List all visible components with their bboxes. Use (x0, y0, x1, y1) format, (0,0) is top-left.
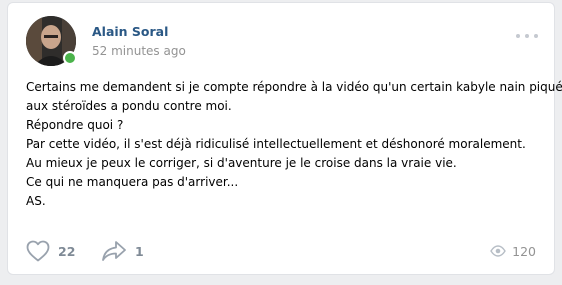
post-actions: 22 1 120 (26, 239, 536, 263)
post-timestamp[interactable]: 52 minutes ago (92, 44, 186, 58)
more-options-icon[interactable] (516, 31, 538, 41)
like-count: 22 (58, 243, 76, 259)
avatar[interactable] (26, 16, 77, 66)
more-dot (525, 34, 529, 38)
post-line: AS. (26, 194, 46, 208)
post-line: aux stéroïdes a pondu contre moi. (26, 99, 232, 113)
post-line: Ce qui ne manquera pas d'arriver... (26, 175, 239, 189)
post-line: Répondre quoi ? (26, 118, 124, 132)
views-indicator: 120 (490, 239, 536, 263)
post-line: Au mieux je peux le corriger, si d'avent… (26, 156, 457, 170)
eye-icon (490, 245, 506, 257)
post-line: Certains me demandent si je compte répon… (26, 80, 562, 94)
online-indicator (63, 51, 77, 65)
post-card: Alain Soral 52 minutes ago Certains me d… (7, 2, 562, 275)
author-name[interactable]: Alain Soral (92, 24, 168, 39)
share-count: 1 (135, 243, 144, 259)
share-arrow-icon (101, 240, 127, 262)
views-count: 120 (512, 243, 536, 259)
post-line: Par cette vidéo, il s'est déjà ridiculis… (26, 137, 526, 151)
more-dot (534, 34, 538, 38)
share-button[interactable]: 1 (101, 239, 144, 263)
more-dot (516, 34, 520, 38)
like-button[interactable]: 22 (26, 239, 75, 263)
heart-icon (26, 240, 50, 262)
post-text: Certains me demandent si je compte répon… (26, 78, 562, 211)
